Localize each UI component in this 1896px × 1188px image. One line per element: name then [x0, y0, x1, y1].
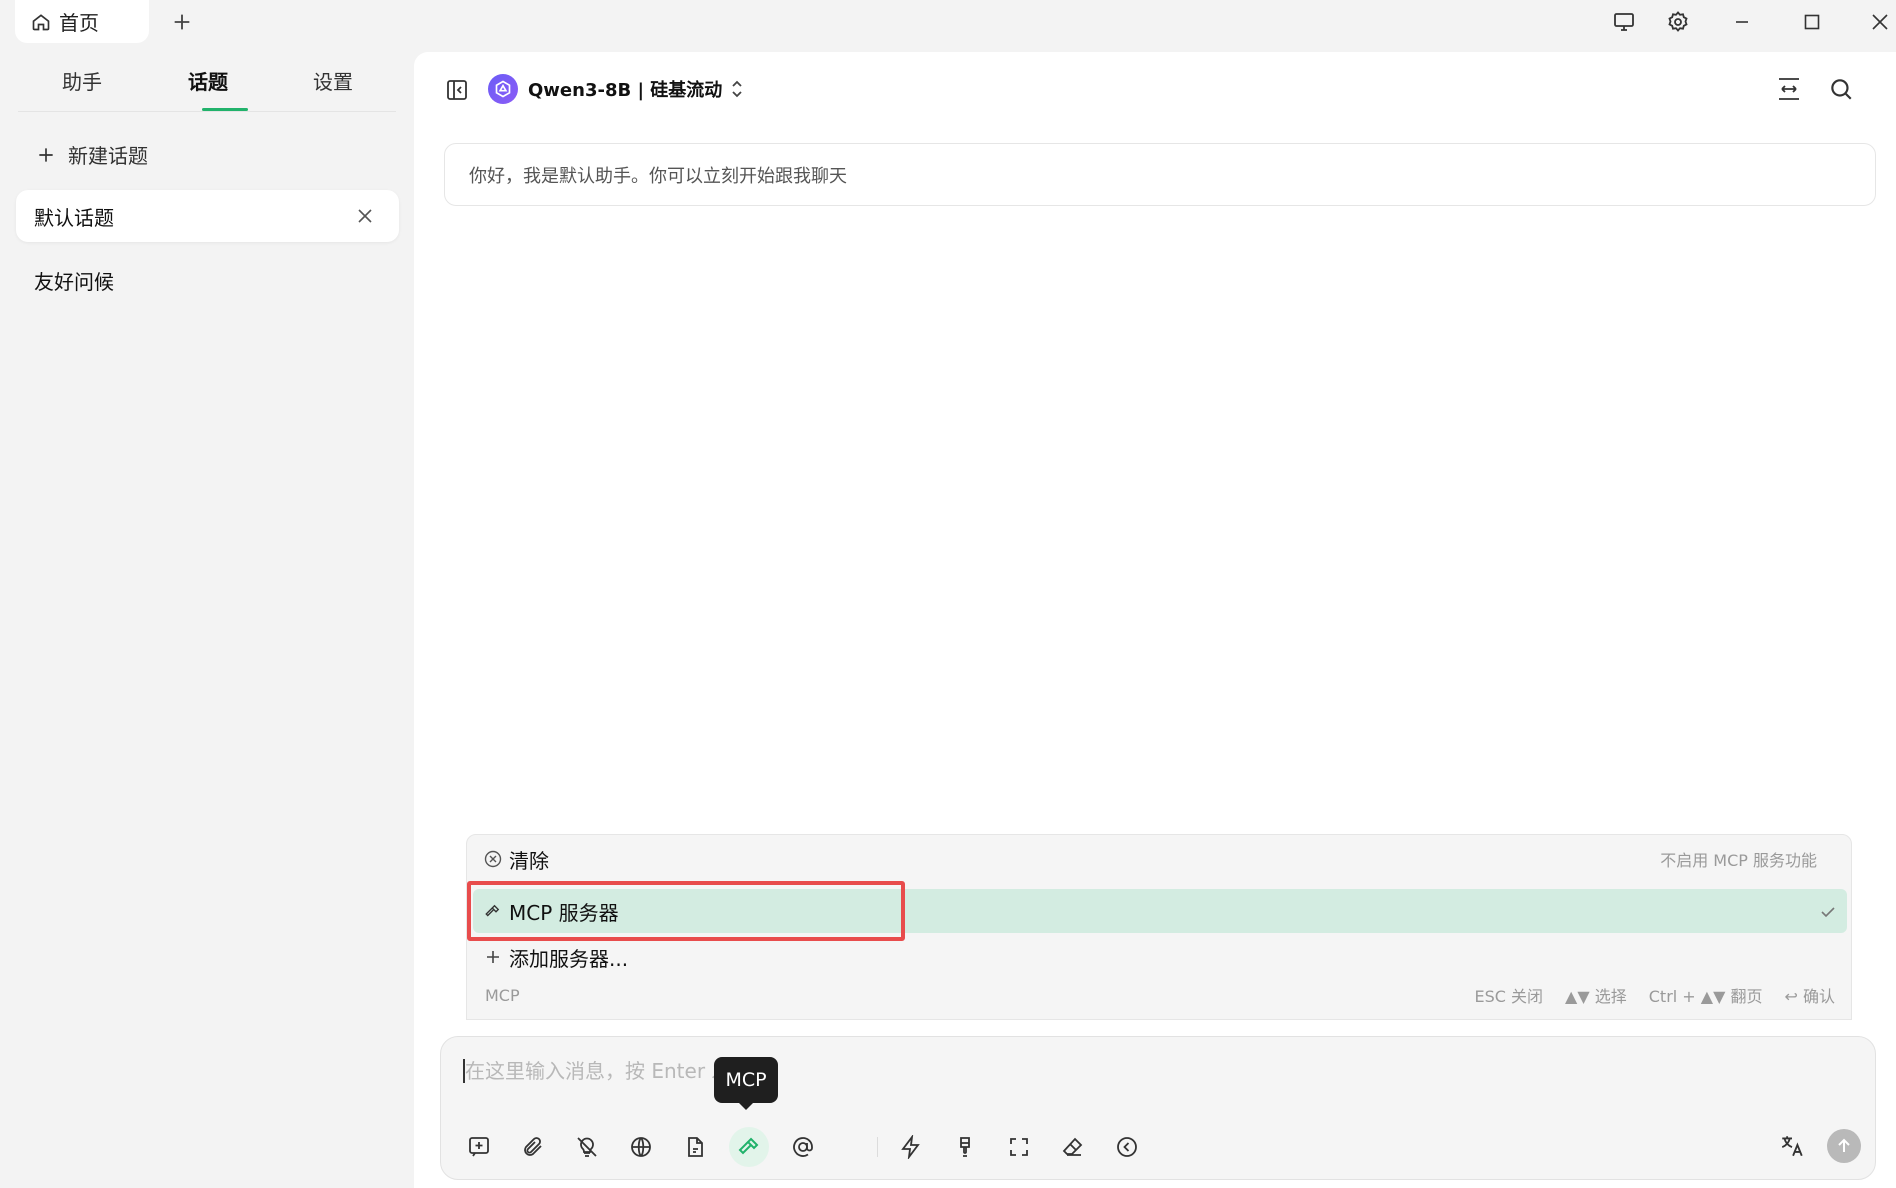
- search-button[interactable]: [1824, 72, 1858, 106]
- message-input[interactable]: [465, 1055, 1265, 1087]
- clear-circle-icon: [483, 849, 503, 869]
- hammer-icon: [738, 1137, 759, 1155]
- home-icon: [31, 12, 51, 32]
- mcp-footer-label: MCP: [485, 985, 520, 1005]
- topic-item-default[interactable]: 默认话题: [16, 190, 399, 242]
- shortcut-hint-page: Ctrl + ▲▼ 翻页: [1648, 987, 1763, 1006]
- toolbar-divider: [877, 1137, 878, 1157]
- send-button[interactable]: [1827, 1129, 1861, 1163]
- mcp-option-label: 清除: [509, 848, 549, 873]
- tab-settings[interactable]: 设置: [313, 66, 353, 95]
- plus-icon: [39, 147, 53, 162]
- text-caret: [463, 1059, 465, 1083]
- close-window-button[interactable]: [1864, 6, 1896, 38]
- tab-assistant[interactable]: 助手: [62, 66, 102, 95]
- home-tab-label: 首页: [59, 11, 99, 35]
- translate-button[interactable]: [1775, 1129, 1809, 1163]
- monitor-icon: [1614, 13, 1634, 31]
- mcp-option-hint: 不启用 MCP 服务功能: [1660, 851, 1817, 870]
- expand-width-icon: [1779, 78, 1799, 100]
- web-search-button[interactable]: [621, 1127, 661, 1167]
- globe-icon: [631, 1137, 651, 1157]
- mcp-option-label: 添加服务器...: [509, 946, 629, 971]
- shortcut-hint-confirm: ↩ 确认: [1784, 987, 1836, 1006]
- collapse-toolbar-button[interactable]: [1107, 1127, 1147, 1167]
- new-tab-button[interactable]: [168, 8, 196, 36]
- attachment-button[interactable]: [513, 1127, 553, 1167]
- chevron-up-down-icon: [732, 80, 742, 98]
- expand-icon: [1010, 1138, 1028, 1156]
- mcp-option-add-server[interactable]: 添加服务器...: [467, 935, 1853, 979]
- reasoning-toggle-button[interactable]: [567, 1127, 607, 1167]
- mcp-option-clear[interactable]: 清除 不启用 MCP 服务功能: [467, 837, 1853, 881]
- maximize-button[interactable]: [1796, 6, 1828, 38]
- message-input-area: [440, 1036, 1876, 1180]
- mention-model-button[interactable]: [783, 1127, 823, 1167]
- search-icon: [1831, 79, 1852, 100]
- mcp-option-server[interactable]: MCP 服务器: [473, 889, 1847, 933]
- topic-item-greeting[interactable]: 友好问候: [34, 266, 114, 295]
- fullscreen-button[interactable]: [999, 1127, 1039, 1167]
- mcp-tooltip: MCP: [714, 1057, 778, 1103]
- mcp-popup-footer: MCP ESC 关闭 ▲▼ 选择 Ctrl + ▲▼ 翻页 ↩ 确认: [467, 975, 1853, 1015]
- paperclip-icon: [524, 1137, 542, 1156]
- minimize-button[interactable]: [1726, 6, 1758, 38]
- plus-icon: [174, 14, 190, 30]
- new-topic-label: 新建话题: [68, 144, 148, 168]
- tab-topics[interactable]: 话题: [188, 66, 228, 95]
- active-tab-indicator: [202, 108, 248, 111]
- window-top-bar: 首页: [0, 0, 1896, 52]
- maximize-icon: [1804, 14, 1820, 30]
- topic-label: 默认话题: [34, 205, 114, 230]
- at-sign-icon: [793, 1137, 813, 1157]
- lightbulb-off-icon: [577, 1137, 597, 1157]
- hammer-icon: [483, 901, 503, 921]
- minimize-icon: [1736, 21, 1748, 23]
- new-topic-tool-button[interactable]: [459, 1127, 499, 1167]
- clear-context-button[interactable]: [945, 1127, 985, 1167]
- monitor-button[interactable]: [1608, 6, 1640, 38]
- knowledge-base-button[interactable]: [675, 1127, 715, 1167]
- file-link-icon: [688, 1137, 703, 1157]
- greeting-message: 你好，我是默认助手。你可以立刻开始跟我聊天: [444, 143, 1876, 206]
- home-tab[interactable]: 首页: [15, 0, 149, 43]
- shortcut-hint-close: ESC 关闭: [1474, 987, 1544, 1006]
- gear-icon: [1668, 11, 1688, 32]
- translate-icon: [1781, 1136, 1803, 1157]
- model-name: Qwen3-8B | 硅基流动: [528, 80, 723, 101]
- close-icon: [358, 209, 372, 223]
- new-topic-button[interactable]: 新建话题: [36, 140, 148, 169]
- model-selector[interactable]: Qwen3-8B | 硅基流动: [528, 76, 746, 102]
- sidebar: 助手 话题 设置 新建话题 默认话题 友好问候: [0, 52, 414, 1188]
- narrow-mode-button[interactable]: [1772, 72, 1806, 106]
- close-icon: [1872, 14, 1888, 30]
- sidebar-tabs: 助手 话题 设置: [18, 52, 396, 112]
- quick-phrases-button[interactable]: [891, 1127, 931, 1167]
- paintbrush-icon: [960, 1137, 970, 1157]
- plus-icon: [483, 947, 503, 967]
- qwen-logo-icon: [495, 80, 511, 98]
- clear-messages-button[interactable]: [1053, 1127, 1093, 1167]
- settings-button[interactable]: [1662, 6, 1694, 38]
- toggle-sidebar-button[interactable]: [442, 75, 472, 105]
- lightning-icon: [901, 1135, 920, 1159]
- eraser-icon: [1062, 1137, 1083, 1156]
- topic-delete-button[interactable]: [353, 204, 377, 228]
- chevron-left-circle-icon: [1117, 1137, 1137, 1157]
- arrow-up-icon: [1838, 1138, 1850, 1152]
- tooltip-arrow: [738, 1102, 754, 1110]
- mcp-tool-button[interactable]: [729, 1127, 769, 1167]
- new-chat-icon: [469, 1137, 489, 1157]
- mcp-option-label: MCP 服务器: [509, 900, 619, 925]
- shortcut-hint-select: ▲▼ 选择: [1565, 987, 1627, 1006]
- mcp-popup: 清除 不启用 MCP 服务功能 MCP 服务器 添加服务器... MCP ESC…: [466, 834, 1852, 1020]
- model-avatar: [488, 74, 518, 104]
- sidebar-collapse-icon: [447, 80, 467, 100]
- check-icon: [1821, 907, 1835, 918]
